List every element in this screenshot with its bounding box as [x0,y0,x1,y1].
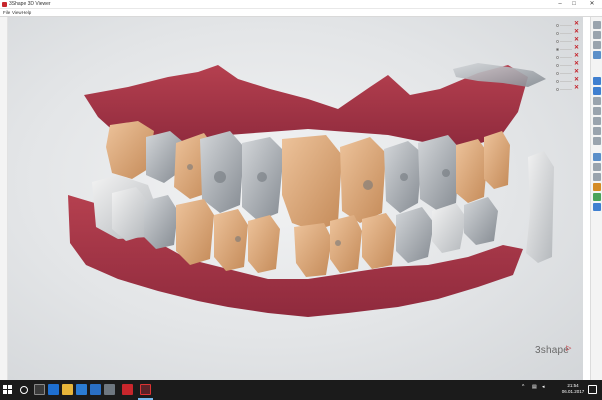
screenshot-icon[interactable] [593,173,601,181]
layer-row[interactable]: ✕ [553,53,579,61]
task-view-icon[interactable] [34,384,45,395]
app-logo-icon [2,2,7,7]
menu-help[interactable]: Help [22,10,31,15]
remove-layer-icon[interactable]: ✕ [574,85,579,92]
cube-icon[interactable] [593,21,601,29]
zoom-icon[interactable] [593,137,601,145]
dental-scan-model[interactable] [8,17,583,380]
app-icon[interactable] [104,384,115,395]
3d-viewport[interactable]: ✕ ✕ ✕ ✕ ✕ ✕ ✕ ✕ ✕ [8,17,583,380]
opacity-slider[interactable] [560,89,572,90]
visibility-dot-icon[interactable] [556,48,559,51]
close-button[interactable]: ✕ [586,0,598,9]
view-left-icon[interactable] [593,87,601,95]
remove-layer-icon[interactable]: ✕ [574,37,579,44]
view-back-icon[interactable] [593,127,601,135]
view-front-icon[interactable] [593,77,601,85]
opacity-slider[interactable] [560,33,572,34]
remove-layer-icon[interactable]: ✕ [574,45,579,52]
measure-icon[interactable] [593,183,601,191]
remove-layer-icon[interactable]: ✕ [574,69,579,76]
opacity-slider[interactable] [560,57,572,58]
layer-row[interactable]: ✕ [553,45,579,53]
clock-date: 06.01.2017 [561,389,585,394]
remove-layer-icon[interactable]: ✕ [574,77,579,84]
view-top-icon[interactable] [593,107,601,115]
layer-row[interactable]: ✕ [553,77,579,85]
remove-layer-icon[interactable]: ✕ [574,61,579,68]
volume-icon[interactable]: ◂ [542,384,545,390]
network-icon[interactable]: ▤ [532,384,537,390]
left-panel [0,17,8,380]
brand-logo: 3shape [535,345,570,356]
visibility-dot-icon[interactable] [556,24,559,27]
title-bar: 3Shape 3D Viewer – □ ✕ [0,0,602,9]
layer-row[interactable]: ✕ [553,85,579,93]
windows-start-icon[interactable] [3,385,13,395]
maximize-button[interactable]: □ [568,0,580,9]
minimize-button[interactable]: – [554,0,566,9]
view-right-icon[interactable] [593,97,601,105]
taskbar: ^ ▤ ◂ 21:54 06.01.2017 [0,380,602,400]
right-toolbar [590,17,602,380]
viewer-app-icon[interactable] [140,384,151,395]
menu-file[interactable]: File [3,10,10,15]
brand-mark-icon: ▷ [566,345,572,352]
layer-row[interactable]: ✕ [553,21,579,29]
opacity-slider[interactable] [560,25,572,26]
cube-icon[interactable] [593,31,601,39]
opacity-slider[interactable] [560,41,572,42]
remove-layer-icon[interactable]: ✕ [574,29,579,36]
chevron-up-icon[interactable]: ^ [522,384,524,390]
visibility-dot-icon[interactable] [556,64,559,67]
rotate-icon[interactable] [593,153,601,161]
section-icon[interactable] [593,163,601,171]
opacity-slider[interactable] [560,73,572,74]
visibility-dot-icon[interactable] [556,56,559,59]
explorer-icon[interactable] [62,384,73,395]
notification-icon[interactable] [588,385,597,394]
system-clock[interactable]: 21:54 06.01.2017 [560,383,586,395]
opacity-slider[interactable] [560,81,572,82]
mail-icon[interactable] [90,384,101,395]
visibility-dot-icon[interactable] [556,32,559,35]
layer-row[interactable]: ✕ [553,61,579,69]
opacity-slider[interactable] [560,65,572,66]
menu-view[interactable]: View [12,10,22,15]
store-icon[interactable] [76,384,87,395]
visibility-dot-icon[interactable] [556,88,559,91]
visibility-dot-icon[interactable] [556,80,559,83]
menu-bar: File View Help [0,9,602,17]
window-title: 3Shape 3D Viewer [9,1,51,7]
opacity-slider[interactable] [560,49,572,50]
check-icon[interactable] [593,203,601,211]
layer-row[interactable]: ✕ [553,37,579,45]
edge-icon[interactable] [48,384,59,395]
remove-layer-icon[interactable]: ✕ [574,53,579,60]
visibility-dot-icon[interactable] [556,40,559,43]
red-app-icon[interactable] [122,384,133,395]
cube-icon[interactable] [593,41,601,49]
layer-row[interactable]: ✕ [553,69,579,77]
layers-icon[interactable] [593,51,601,59]
pen-icon[interactable] [593,193,601,201]
layer-row[interactable]: ✕ [553,29,579,37]
remove-layer-icon[interactable]: ✕ [574,21,579,28]
search-icon[interactable] [20,386,28,394]
view-bottom-icon[interactable] [593,117,601,125]
visibility-dot-icon[interactable] [556,72,559,75]
